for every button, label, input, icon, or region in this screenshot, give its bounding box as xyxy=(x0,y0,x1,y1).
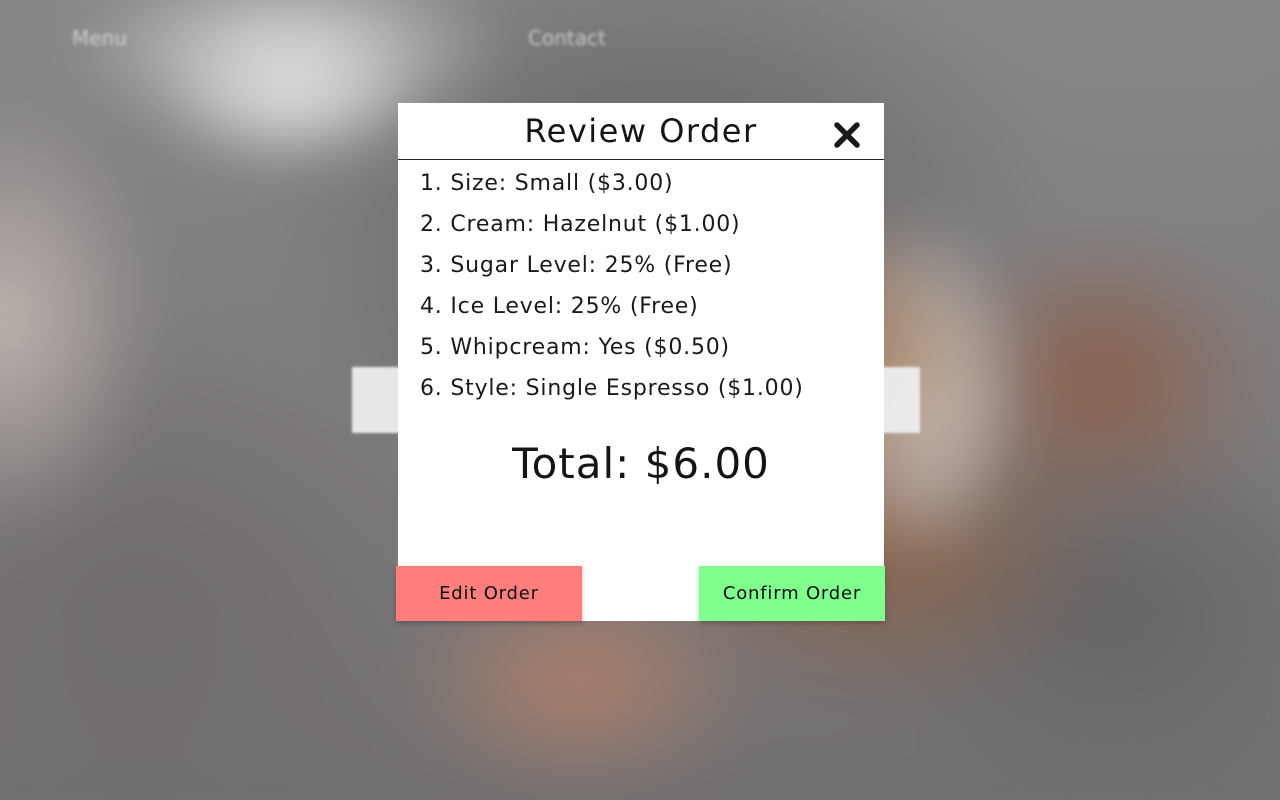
confirm-order-button[interactable]: Confirm Order xyxy=(699,566,885,621)
review-order-modal: Review Order 1. Size: Small ($3.00) 2. C… xyxy=(396,103,885,621)
modal-header: Review Order xyxy=(398,103,884,160)
nav-menu-link[interactable]: Menu xyxy=(72,26,127,50)
order-item: 4. Ice Level: 25% (Free) xyxy=(420,294,699,319)
order-item: 1. Size: Small ($3.00) xyxy=(420,171,674,196)
close-icon-glyph xyxy=(834,122,860,148)
modal-title: Review Order xyxy=(524,112,758,150)
nav-contact-link[interactable]: Contact xyxy=(528,26,606,50)
order-items-list: 1. Size: Small ($3.00) 2. Cream: Hazelnu… xyxy=(420,171,804,417)
order-item: 5. Whipcream: Yes ($0.50) xyxy=(420,335,730,360)
page: Menu Contact Review Order 1. Size: Small… xyxy=(0,0,1280,800)
top-navigation: Menu Contact xyxy=(0,26,1280,56)
order-total: Total: $6.00 xyxy=(512,439,770,488)
order-item: 3. Sugar Level: 25% (Free) xyxy=(420,253,733,278)
close-icon[interactable] xyxy=(832,120,862,150)
order-item: 2. Cream: Hazelnut ($1.00) xyxy=(420,212,741,237)
order-item: 6. Style: Single Espresso ($1.00) xyxy=(420,376,804,401)
edit-order-button[interactable]: Edit Order xyxy=(396,566,582,621)
